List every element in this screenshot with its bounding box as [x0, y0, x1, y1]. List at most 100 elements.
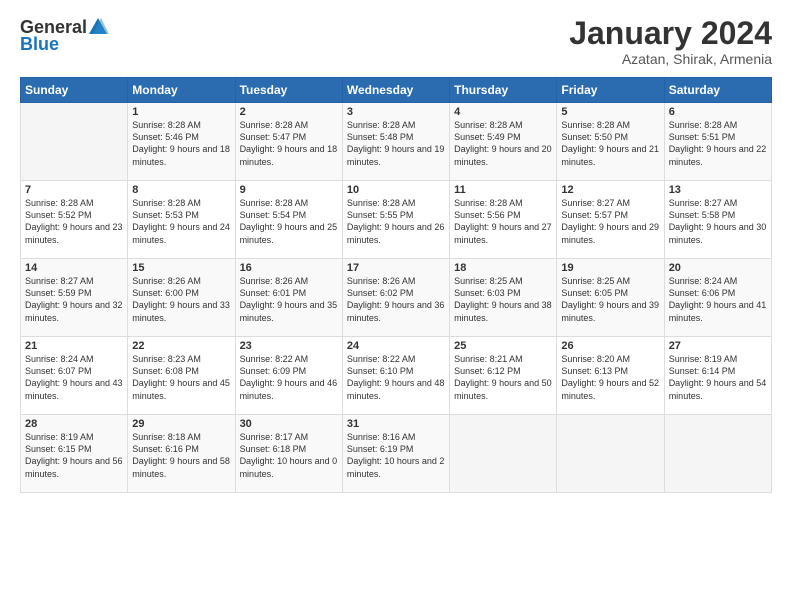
day-number: 2 [240, 106, 338, 118]
day-number: 4 [454, 106, 552, 118]
calendar-week-3: 21 Sunrise: 8:24 AMSunset: 6:07 PMDaylig… [21, 337, 772, 415]
cell-details: Sunrise: 8:28 AMSunset: 5:49 PMDaylight:… [454, 119, 552, 168]
page: General Blue January 2024 Azatan, Shirak… [0, 0, 792, 612]
cell-details: Sunrise: 8:20 AMSunset: 6:13 PMDaylight:… [561, 353, 659, 402]
cell-details: Sunrise: 8:19 AMSunset: 6:15 PMDaylight:… [25, 431, 123, 480]
logo: General Blue [20, 16, 109, 55]
table-row: 4 Sunrise: 8:28 AMSunset: 5:49 PMDayligh… [450, 103, 557, 181]
table-row: 19 Sunrise: 8:25 AMSunset: 6:05 PMDaylig… [557, 259, 664, 337]
table-row: 10 Sunrise: 8:28 AMSunset: 5:55 PMDaylig… [342, 181, 449, 259]
day-number: 20 [669, 262, 767, 274]
col-sunday: Sunday [21, 78, 128, 103]
cell-details: Sunrise: 8:28 AMSunset: 5:50 PMDaylight:… [561, 119, 659, 168]
cell-details: Sunrise: 8:24 AMSunset: 6:07 PMDaylight:… [25, 353, 123, 402]
table-row: 3 Sunrise: 8:28 AMSunset: 5:48 PMDayligh… [342, 103, 449, 181]
table-row: 2 Sunrise: 8:28 AMSunset: 5:47 PMDayligh… [235, 103, 342, 181]
day-number: 5 [561, 106, 659, 118]
cell-details: Sunrise: 8:26 AMSunset: 6:01 PMDaylight:… [240, 275, 338, 324]
month-title: January 2024 [569, 16, 772, 51]
cell-details: Sunrise: 8:17 AMSunset: 6:18 PMDaylight:… [240, 431, 338, 480]
day-number: 27 [669, 340, 767, 352]
calendar-table: Sunday Monday Tuesday Wednesday Thursday… [20, 77, 772, 493]
day-number: 23 [240, 340, 338, 352]
cell-details: Sunrise: 8:28 AMSunset: 5:52 PMDaylight:… [25, 197, 123, 246]
table-row: 31 Sunrise: 8:16 AMSunset: 6:19 PMDaylig… [342, 415, 449, 493]
day-number: 3 [347, 106, 445, 118]
table-row: 30 Sunrise: 8:17 AMSunset: 6:18 PMDaylig… [235, 415, 342, 493]
location: Azatan, Shirak, Armenia [569, 51, 772, 67]
table-row: 21 Sunrise: 8:24 AMSunset: 6:07 PMDaylig… [21, 337, 128, 415]
table-row: 14 Sunrise: 8:27 AMSunset: 5:59 PMDaylig… [21, 259, 128, 337]
table-row [450, 415, 557, 493]
cell-details: Sunrise: 8:28 AMSunset: 5:51 PMDaylight:… [669, 119, 767, 168]
table-row: 16 Sunrise: 8:26 AMSunset: 6:01 PMDaylig… [235, 259, 342, 337]
day-number: 1 [132, 106, 230, 118]
cell-details: Sunrise: 8:22 AMSunset: 6:10 PMDaylight:… [347, 353, 445, 402]
cell-details: Sunrise: 8:26 AMSunset: 6:00 PMDaylight:… [132, 275, 230, 324]
col-wednesday: Wednesday [342, 78, 449, 103]
day-number: 6 [669, 106, 767, 118]
day-number: 28 [25, 418, 123, 430]
cell-details: Sunrise: 8:25 AMSunset: 6:03 PMDaylight:… [454, 275, 552, 324]
cell-details: Sunrise: 8:27 AMSunset: 5:59 PMDaylight:… [25, 275, 123, 324]
day-number: 17 [347, 262, 445, 274]
cell-details: Sunrise: 8:24 AMSunset: 6:06 PMDaylight:… [669, 275, 767, 324]
table-row: 11 Sunrise: 8:28 AMSunset: 5:56 PMDaylig… [450, 181, 557, 259]
table-row: 17 Sunrise: 8:26 AMSunset: 6:02 PMDaylig… [342, 259, 449, 337]
table-row: 18 Sunrise: 8:25 AMSunset: 6:03 PMDaylig… [450, 259, 557, 337]
table-row: 5 Sunrise: 8:28 AMSunset: 5:50 PMDayligh… [557, 103, 664, 181]
calendar-week-0: 1 Sunrise: 8:28 AMSunset: 5:46 PMDayligh… [21, 103, 772, 181]
calendar-week-1: 7 Sunrise: 8:28 AMSunset: 5:52 PMDayligh… [21, 181, 772, 259]
table-row: 28 Sunrise: 8:19 AMSunset: 6:15 PMDaylig… [21, 415, 128, 493]
table-row: 24 Sunrise: 8:22 AMSunset: 6:10 PMDaylig… [342, 337, 449, 415]
table-row: 13 Sunrise: 8:27 AMSunset: 5:58 PMDaylig… [664, 181, 771, 259]
cell-details: Sunrise: 8:21 AMSunset: 6:12 PMDaylight:… [454, 353, 552, 402]
day-number: 24 [347, 340, 445, 352]
day-number: 11 [454, 184, 552, 196]
table-row [557, 415, 664, 493]
table-row: 26 Sunrise: 8:20 AMSunset: 6:13 PMDaylig… [557, 337, 664, 415]
cell-details: Sunrise: 8:27 AMSunset: 5:58 PMDaylight:… [669, 197, 767, 246]
table-row: 1 Sunrise: 8:28 AMSunset: 5:46 PMDayligh… [128, 103, 235, 181]
cell-details: Sunrise: 8:28 AMSunset: 5:47 PMDaylight:… [240, 119, 338, 168]
day-number: 8 [132, 184, 230, 196]
day-number: 31 [347, 418, 445, 430]
day-number: 22 [132, 340, 230, 352]
logo-icon [87, 16, 109, 38]
table-row: 22 Sunrise: 8:23 AMSunset: 6:08 PMDaylig… [128, 337, 235, 415]
table-row: 7 Sunrise: 8:28 AMSunset: 5:52 PMDayligh… [21, 181, 128, 259]
day-number: 19 [561, 262, 659, 274]
day-number: 14 [25, 262, 123, 274]
day-number: 21 [25, 340, 123, 352]
calendar-week-2: 14 Sunrise: 8:27 AMSunset: 5:59 PMDaylig… [21, 259, 772, 337]
day-number: 18 [454, 262, 552, 274]
table-row: 8 Sunrise: 8:28 AMSunset: 5:53 PMDayligh… [128, 181, 235, 259]
day-number: 7 [25, 184, 123, 196]
table-row: 6 Sunrise: 8:28 AMSunset: 5:51 PMDayligh… [664, 103, 771, 181]
cell-details: Sunrise: 8:26 AMSunset: 6:02 PMDaylight:… [347, 275, 445, 324]
cell-details: Sunrise: 8:28 AMSunset: 5:48 PMDaylight:… [347, 119, 445, 168]
day-number: 13 [669, 184, 767, 196]
cell-details: Sunrise: 8:22 AMSunset: 6:09 PMDaylight:… [240, 353, 338, 402]
day-number: 12 [561, 184, 659, 196]
title-block: January 2024 Azatan, Shirak, Armenia [569, 16, 772, 67]
cell-details: Sunrise: 8:19 AMSunset: 6:14 PMDaylight:… [669, 353, 767, 402]
cell-details: Sunrise: 8:28 AMSunset: 5:53 PMDaylight:… [132, 197, 230, 246]
col-friday: Friday [557, 78, 664, 103]
table-row: 20 Sunrise: 8:24 AMSunset: 6:06 PMDaylig… [664, 259, 771, 337]
day-number: 26 [561, 340, 659, 352]
cell-details: Sunrise: 8:25 AMSunset: 6:05 PMDaylight:… [561, 275, 659, 324]
cell-details: Sunrise: 8:16 AMSunset: 6:19 PMDaylight:… [347, 431, 445, 480]
col-saturday: Saturday [664, 78, 771, 103]
table-row: 29 Sunrise: 8:18 AMSunset: 6:16 PMDaylig… [128, 415, 235, 493]
day-number: 10 [347, 184, 445, 196]
table-row: 15 Sunrise: 8:26 AMSunset: 6:00 PMDaylig… [128, 259, 235, 337]
logo-blue: Blue [20, 34, 59, 55]
table-row: 9 Sunrise: 8:28 AMSunset: 5:54 PMDayligh… [235, 181, 342, 259]
table-row: 27 Sunrise: 8:19 AMSunset: 6:14 PMDaylig… [664, 337, 771, 415]
col-monday: Monday [128, 78, 235, 103]
table-row [664, 415, 771, 493]
day-number: 30 [240, 418, 338, 430]
table-row: 25 Sunrise: 8:21 AMSunset: 6:12 PMDaylig… [450, 337, 557, 415]
table-row: 12 Sunrise: 8:27 AMSunset: 5:57 PMDaylig… [557, 181, 664, 259]
